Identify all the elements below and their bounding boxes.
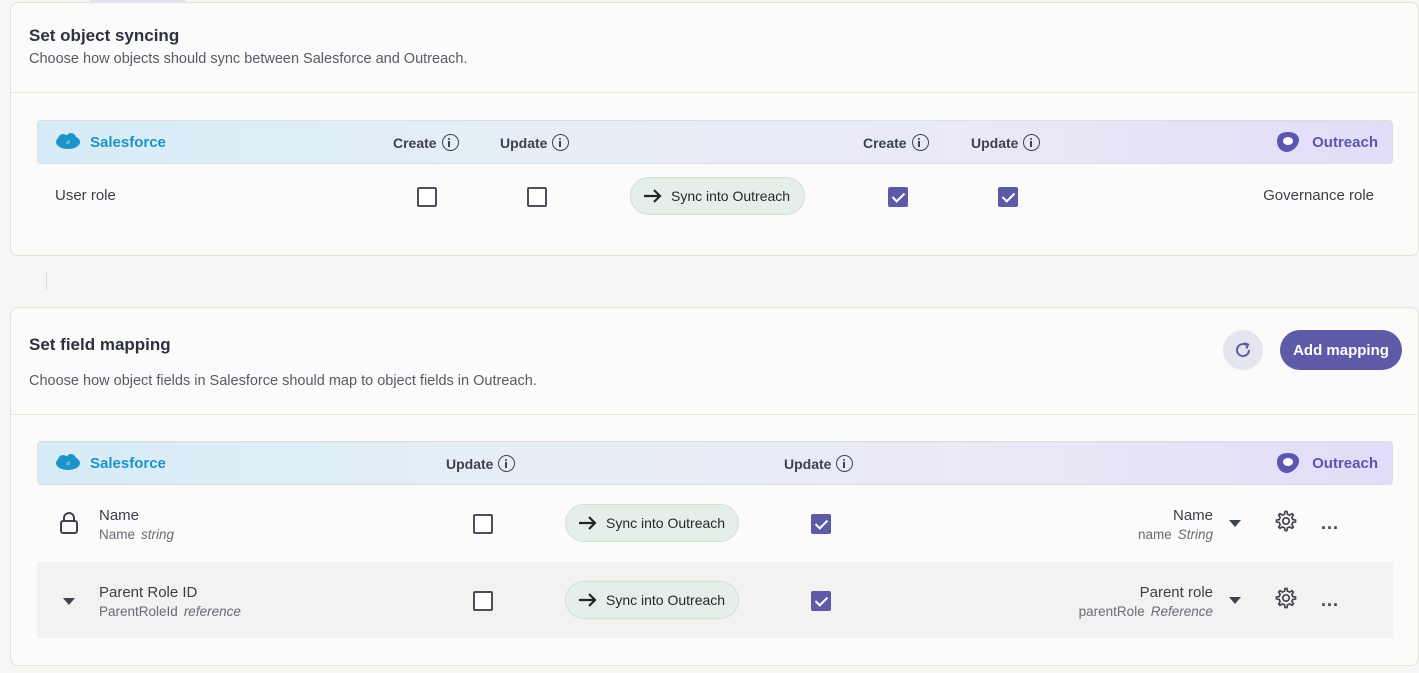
outreach-label: Outreach (1312, 455, 1378, 472)
gear-icon[interactable] (1275, 587, 1297, 609)
sf-create-header: Create (393, 134, 459, 151)
or-field-name: Name (1172, 507, 1213, 524)
sync-label: Sync into Outreach (606, 592, 726, 608)
sf-update-checkbox[interactable] (527, 187, 547, 207)
field-mapping-header: Set field mapping Choose how object fiel… (11, 308, 1418, 415)
info-icon[interactable] (1023, 134, 1041, 151)
salesforce-label: Salesforce (90, 134, 166, 151)
outreach-label: Outreach (1312, 134, 1378, 151)
object-syncing-card: Set object syncing Choose how objects sh… (10, 2, 1419, 256)
sync-direction-button[interactable]: Sync into Outreach (565, 581, 739, 619)
or-create-header: Create (863, 134, 929, 151)
chevron-down-icon[interactable] (1229, 520, 1241, 527)
salesforce-logo-icon: sf (56, 454, 80, 470)
sf-update-checkbox[interactable] (473, 514, 493, 534)
sf-field-name: Name (99, 507, 140, 524)
object-syncing-title: Set object syncing (29, 26, 180, 45)
info-icon[interactable] (498, 455, 516, 472)
field-mapping-card: Set field mapping Choose how object fiel… (10, 307, 1419, 666)
or-create-checkbox[interactable] (888, 187, 908, 207)
sync-direction-button[interactable]: Sync into Outreach (565, 504, 739, 542)
salesforce-label: Salesforce (90, 455, 166, 472)
more-icon[interactable]: ... (1321, 514, 1339, 532)
lock-icon (60, 512, 78, 534)
more-icon[interactable]: ... (1321, 591, 1339, 609)
sf-field-name: Parent Role ID (99, 584, 198, 601)
arrow-right-icon (644, 189, 662, 203)
outreach-logo-icon (1277, 453, 1299, 473)
arrow-right-icon (579, 593, 597, 607)
add-mapping-button[interactable]: Add mapping (1280, 330, 1402, 370)
or-update-header: Update (784, 455, 854, 472)
svg-text:sf: sf (66, 461, 70, 466)
gear-icon[interactable] (1275, 510, 1297, 532)
chevron-down-icon[interactable] (63, 598, 75, 605)
svg-text:sf: sf (66, 140, 70, 145)
object-syncing-subtitle: Choose how objects should sync between S… (29, 51, 468, 67)
field-mapping-title: Set field mapping (29, 335, 171, 354)
or-update-checkbox[interactable] (811, 514, 831, 534)
refresh-button[interactable] (1223, 330, 1263, 370)
field-mapping-table-header: sf Salesforce Update Update Outreach (37, 441, 1393, 485)
sync-direction-button[interactable]: Sync into Outreach (630, 177, 805, 215)
info-icon[interactable] (552, 134, 570, 151)
or-update-checkbox[interactable] (811, 591, 831, 611)
or-update-header: Update (971, 134, 1041, 151)
outreach-logo-icon (1277, 132, 1299, 152)
object-syncing-table-header: sf Salesforce Create Update Create Updat… (37, 120, 1393, 164)
info-icon[interactable] (911, 134, 929, 151)
or-field-name: Parent role (1139, 584, 1213, 601)
object-syncing-header: Set object syncing Choose how objects sh… (11, 3, 1418, 93)
sync-label: Sync into Outreach (606, 515, 726, 531)
sf-update-header: Update (446, 455, 516, 472)
sf-update-checkbox[interactable] (473, 591, 493, 611)
sf-update-header: Update (500, 134, 570, 151)
arrow-right-icon (579, 516, 597, 530)
or-update-checkbox[interactable] (998, 187, 1018, 207)
sf-field-api: ParentRoleId reference (99, 604, 241, 619)
or-field-api: name String (1137, 527, 1213, 542)
sf-object-name: User role (55, 187, 116, 204)
sync-label: Sync into Outreach (671, 188, 791, 204)
field-mapping-subtitle: Choose how object fields in Salesforce s… (29, 373, 537, 389)
or-object-name: Governance role (1263, 187, 1374, 204)
salesforce-logo-icon: sf (56, 133, 80, 149)
refresh-icon (1236, 342, 1251, 358)
sf-create-checkbox[interactable] (417, 187, 437, 207)
chevron-down-icon[interactable] (1229, 597, 1241, 604)
or-field-api: parentRole Reference (1078, 604, 1213, 619)
sf-field-api: Name string (99, 527, 175, 542)
info-icon[interactable] (441, 134, 459, 151)
info-icon[interactable] (836, 455, 854, 472)
divider (46, 272, 47, 290)
